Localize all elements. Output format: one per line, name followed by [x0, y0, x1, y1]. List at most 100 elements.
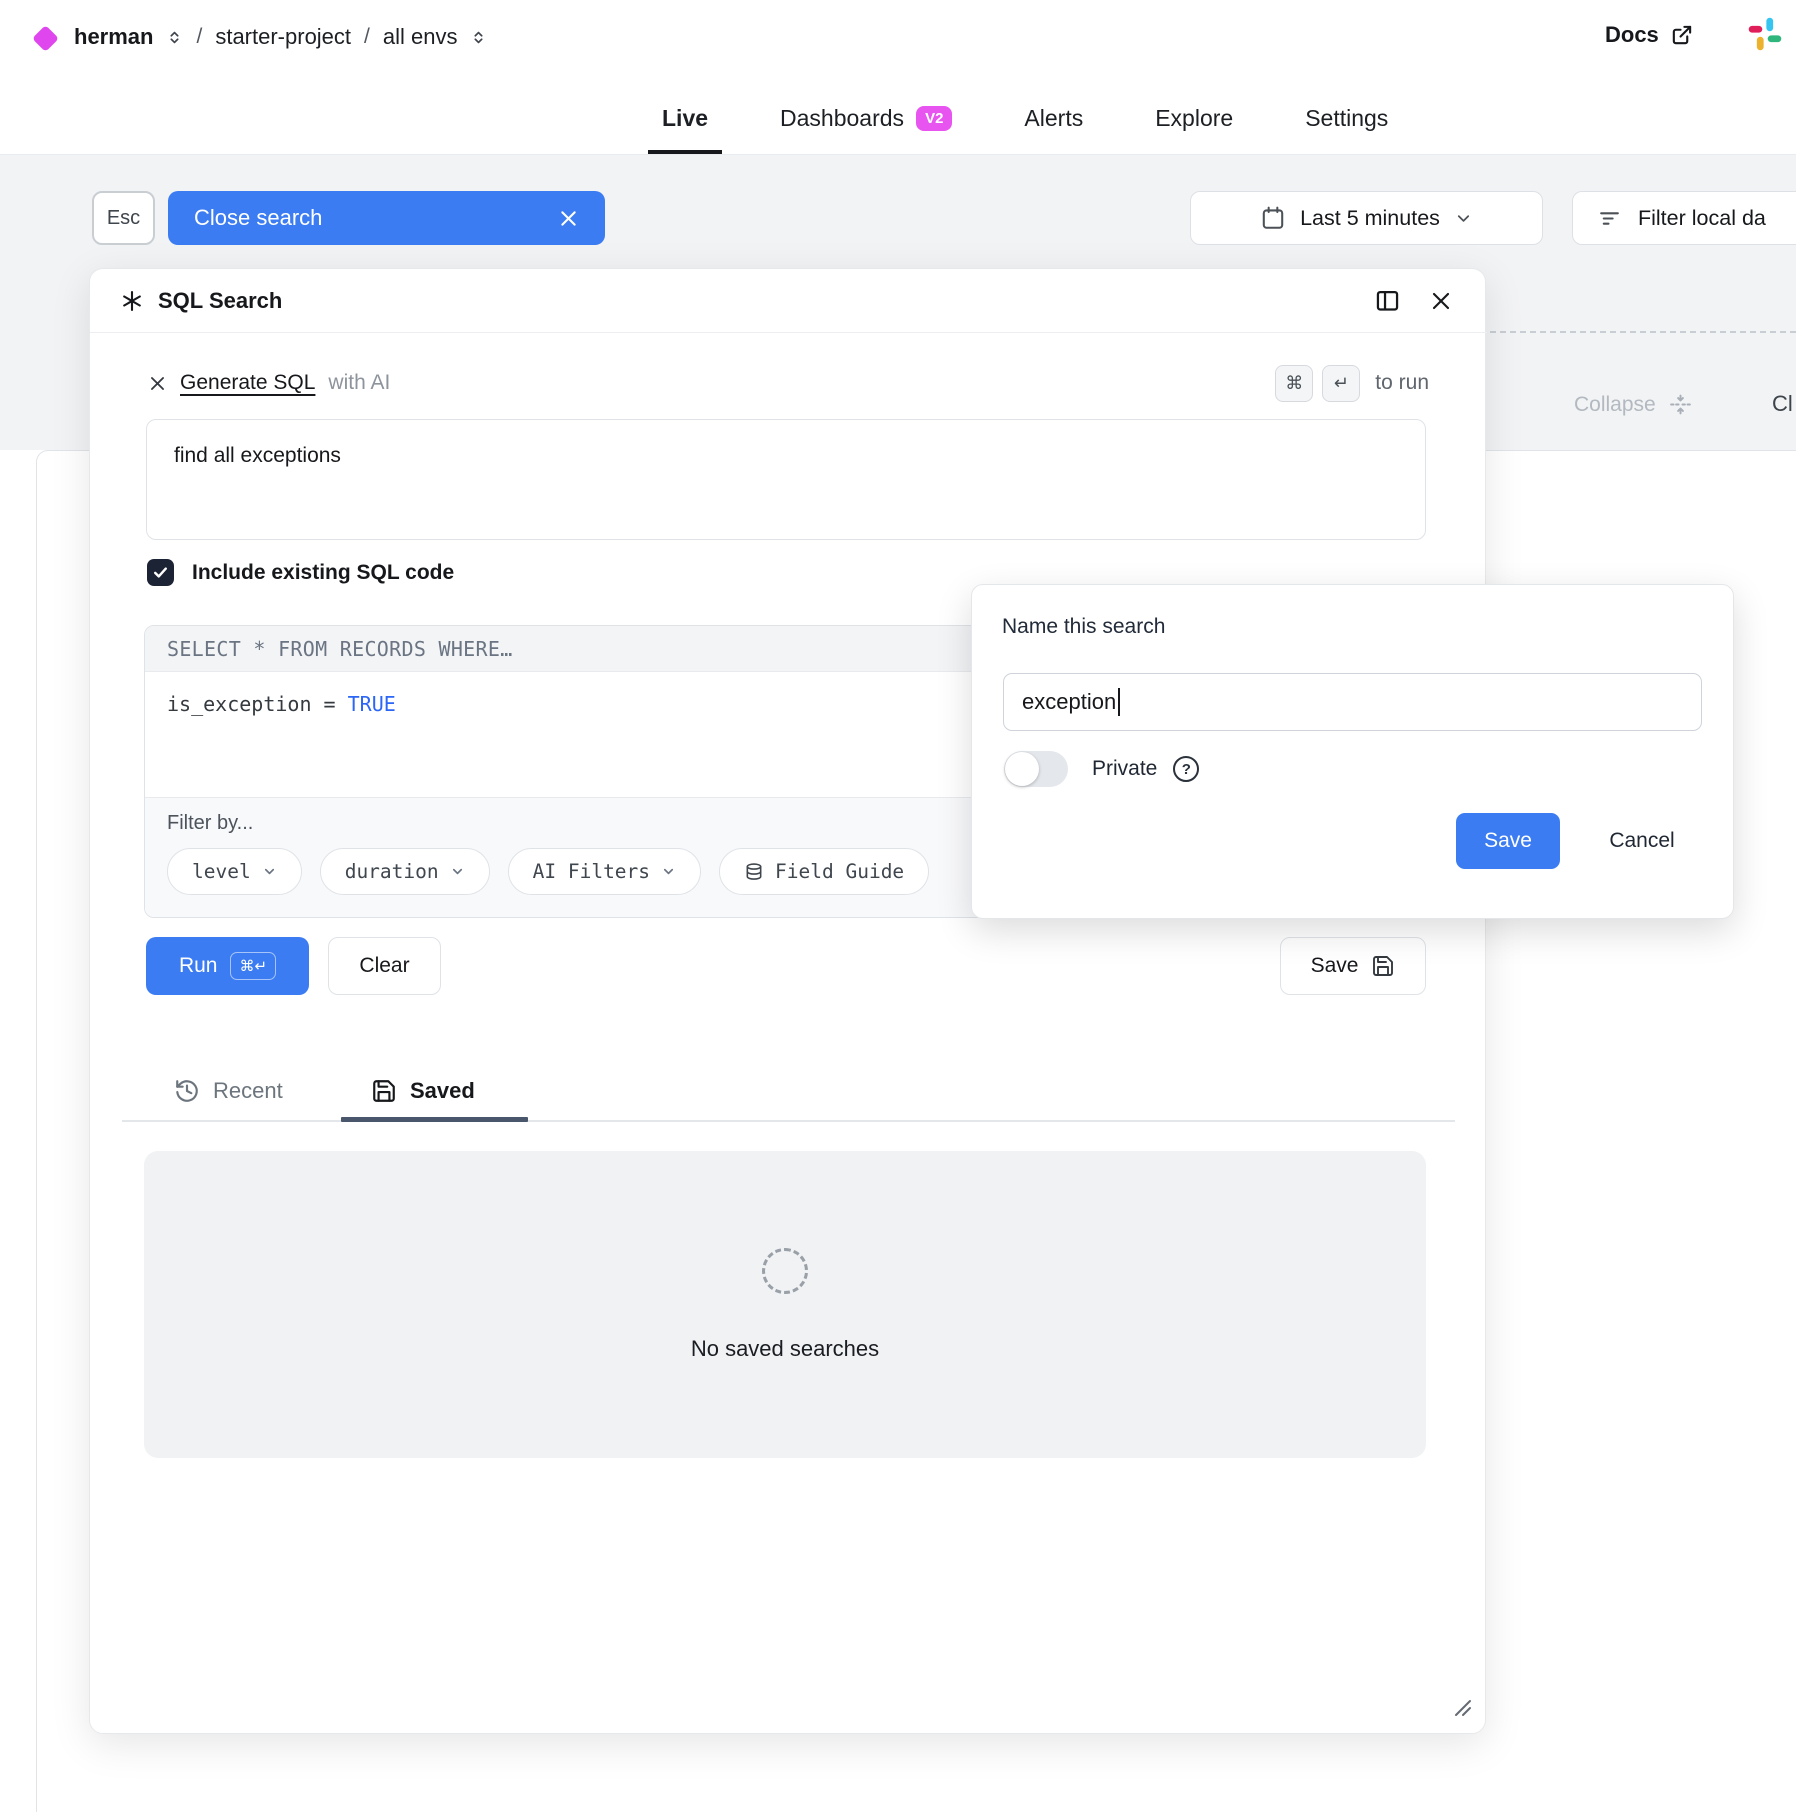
- saved-searches-empty-state: No saved searches: [144, 1151, 1426, 1458]
- toggle-knob: [1005, 752, 1039, 786]
- modal-header: SQL Search: [90, 269, 1487, 333]
- workspace-logo-icon: [32, 25, 59, 52]
- tab-recent[interactable]: Recent: [174, 1065, 283, 1117]
- chip-ai-filters[interactable]: AI Filters: [508, 848, 701, 895]
- tab-label: Alerts: [1024, 105, 1083, 132]
- text-caret: [1118, 688, 1120, 716]
- include-sql-label: Include existing SQL code: [192, 561, 454, 585]
- chip-level[interactable]: level: [167, 848, 302, 895]
- external-link-icon: [1670, 24, 1693, 47]
- chip-duration[interactable]: duration: [320, 848, 490, 895]
- docs-link[interactable]: Docs: [1605, 22, 1693, 48]
- tabs-divider: [122, 1120, 1455, 1122]
- private-toggle-row: Private ?: [1004, 751, 1199, 787]
- clear-button[interactable]: Clear: [328, 937, 441, 995]
- v2-badge: V2: [916, 106, 952, 131]
- tab-settings[interactable]: Settings: [1291, 86, 1402, 154]
- database-icon: [744, 862, 764, 882]
- tab-live[interactable]: Live: [648, 86, 722, 154]
- app-root: Collapse Cl herman / starter-project / a…: [0, 0, 1796, 1812]
- chip-label: duration: [345, 860, 439, 883]
- code-value: TRUE: [348, 692, 396, 716]
- save-label: Save: [1311, 954, 1359, 978]
- tab-saved-label: Saved: [410, 1078, 475, 1104]
- breadcrumb-separator: /: [196, 25, 202, 49]
- resize-handle[interactable]: [1452, 1697, 1474, 1719]
- collapse-control[interactable]: Collapse: [1574, 392, 1693, 417]
- generate-sql-row: Generate SQL with AI ⌘ ↵ to run: [148, 359, 1429, 407]
- breadcrumb-workspace[interactable]: herman: [74, 24, 153, 50]
- close-search-label: Close search: [194, 205, 322, 231]
- breadcrumb-separator: /: [364, 25, 370, 49]
- time-range-dropdown[interactable]: Last 5 minutes: [1190, 191, 1543, 245]
- cmd-key-badge: ⌘: [1275, 365, 1313, 402]
- tab-alerts[interactable]: Alerts: [1010, 86, 1097, 154]
- code-operator: =: [324, 692, 336, 716]
- breadcrumb: herman / starter-project / all envs: [74, 16, 487, 58]
- tab-recent-label: Recent: [213, 1078, 283, 1104]
- sql-search-modal: SQL Search: [89, 268, 1486, 1734]
- generate-sql-link[interactable]: Generate SQL: [180, 371, 315, 395]
- docs-label: Docs: [1605, 22, 1659, 48]
- tab-dashboards[interactable]: Dashboards V2: [766, 86, 966, 154]
- active-tab-underline: [341, 1117, 528, 1122]
- slack-icon[interactable]: [1746, 15, 1784, 53]
- close-search-button[interactable]: Close search: [168, 191, 605, 245]
- esc-key-badge: Esc: [92, 191, 155, 245]
- environment-switcher-icon[interactable]: [470, 29, 487, 46]
- chevron-down-icon: [262, 864, 277, 879]
- name-search-dialog: Name this search exception Private ? Sav…: [971, 584, 1734, 919]
- include-sql-checkbox[interactable]: [147, 559, 174, 586]
- tab-explore[interactable]: Explore: [1141, 86, 1247, 154]
- dashed-circle-icon: [762, 1248, 808, 1294]
- modal-title: SQL Search: [158, 288, 282, 314]
- search-name-value: exception: [1022, 689, 1116, 715]
- breadcrumb-environment[interactable]: all envs: [383, 24, 458, 50]
- ai-prompt-input[interactable]: find all exceptions: [146, 419, 1426, 540]
- breadcrumb-project[interactable]: starter-project: [215, 24, 351, 50]
- help-icon[interactable]: ?: [1173, 756, 1199, 782]
- run-kbd-hint: ⌘↵: [230, 952, 276, 980]
- dismiss-ai-icon[interactable]: [148, 374, 167, 393]
- tab-label: Dashboards: [780, 105, 904, 132]
- clipped-background-label: Cl: [1772, 391, 1793, 417]
- chip-label: level: [192, 860, 251, 883]
- dialog-save-button[interactable]: Save: [1456, 813, 1560, 869]
- to-run-hint: to run: [1375, 371, 1429, 395]
- private-label: Private: [1092, 757, 1157, 781]
- save-search-button[interactable]: Save: [1280, 937, 1426, 995]
- chip-label: Field Guide: [775, 860, 904, 883]
- tab-label: Settings: [1305, 105, 1388, 132]
- include-sql-row: Include existing SQL code: [147, 559, 454, 586]
- private-toggle[interactable]: [1004, 751, 1068, 787]
- history-icon: [174, 1078, 200, 1104]
- calendar-icon: [1260, 205, 1286, 231]
- floppy-icon: [1371, 954, 1395, 978]
- tab-label: Explore: [1155, 105, 1233, 132]
- chevron-down-icon: [661, 864, 676, 879]
- collapse-vertical-icon: [1668, 392, 1693, 417]
- filter-lines-icon: [1597, 206, 1622, 231]
- run-button[interactable]: Run ⌘↵: [146, 937, 309, 995]
- chip-label: AI Filters: [533, 860, 650, 883]
- chip-field-guide[interactable]: Field Guide: [719, 848, 929, 895]
- chevron-down-icon: [450, 864, 465, 879]
- tab-saved[interactable]: Saved: [371, 1065, 475, 1117]
- background-dashed-divider: [1490, 331, 1796, 333]
- time-range-label: Last 5 minutes: [1300, 206, 1440, 231]
- panel-left-icon[interactable]: [1374, 287, 1401, 314]
- chevron-down-icon: [1454, 209, 1473, 228]
- modal-close-icon[interactable]: [1429, 289, 1453, 313]
- dialog-title: Name this search: [1002, 615, 1165, 639]
- filter-local-button[interactable]: Filter local da: [1572, 191, 1796, 245]
- code-field: is_exception: [167, 692, 312, 716]
- tab-label: Live: [662, 105, 708, 132]
- workspace-switcher-icon[interactable]: [166, 29, 183, 46]
- floppy-icon: [371, 1078, 397, 1104]
- enter-key-badge: ↵: [1322, 365, 1360, 402]
- collapse-label: Collapse: [1574, 393, 1656, 417]
- search-name-input[interactable]: exception: [1003, 673, 1702, 731]
- dialog-cancel-button[interactable]: Cancel: [1599, 813, 1685, 869]
- top-bar: herman / starter-project / all envs Docs: [0, 0, 1796, 155]
- asterisk-icon: [120, 289, 144, 313]
